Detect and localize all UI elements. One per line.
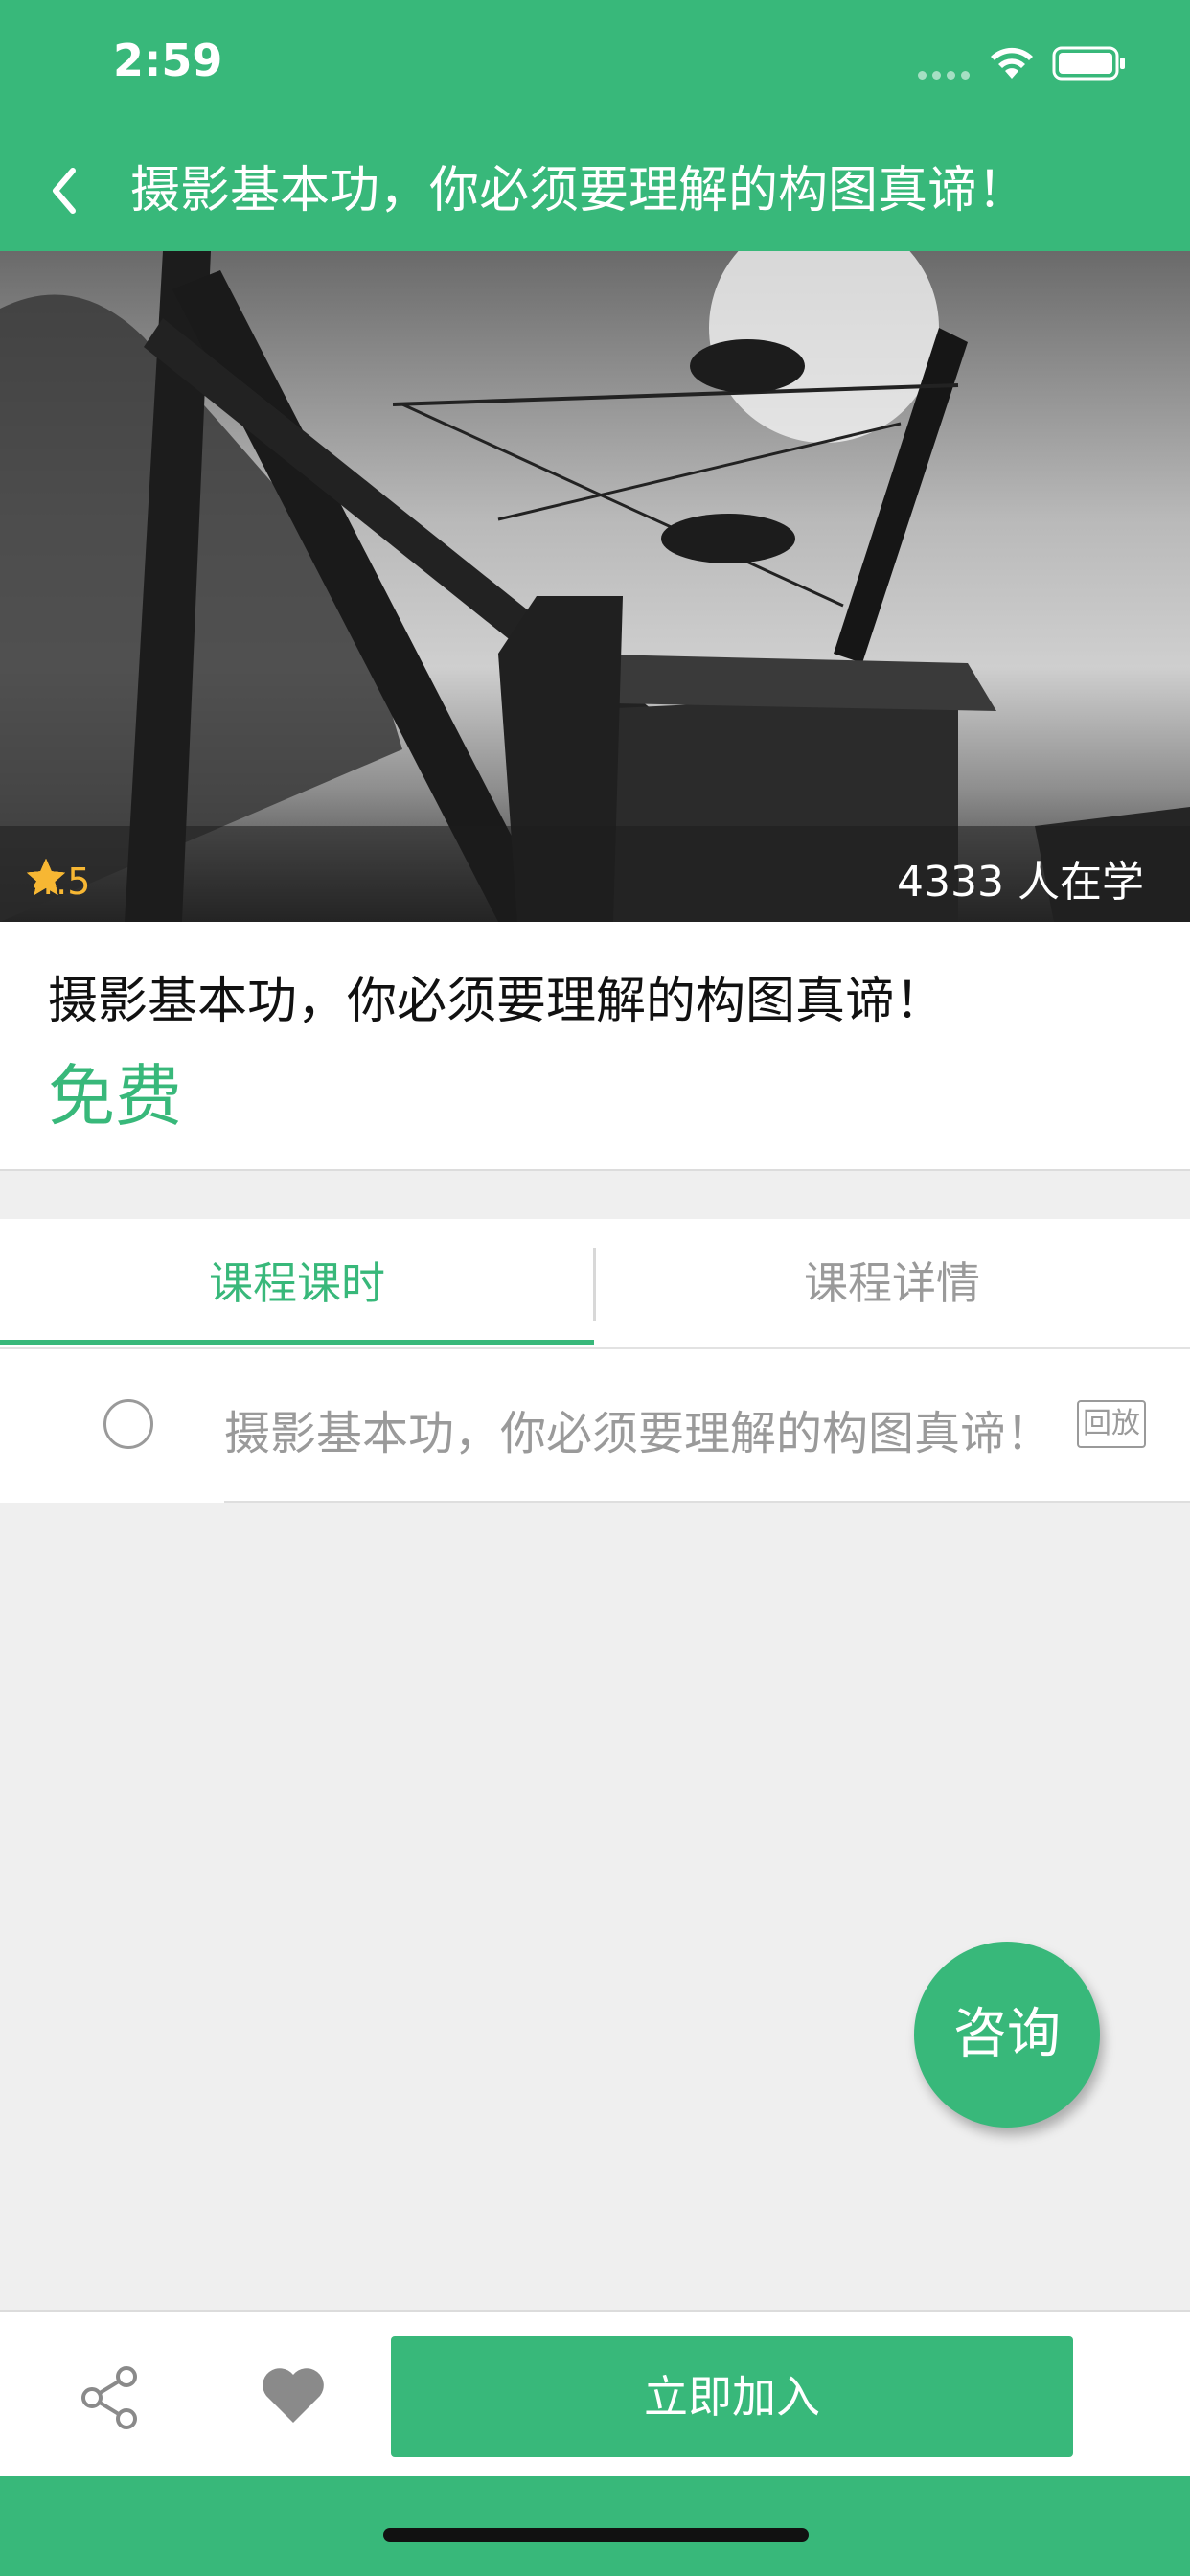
lesson-status-circle-icon (103, 1399, 153, 1449)
share-icon[interactable] (77, 2363, 146, 2432)
lesson-title: 摄影基本功，你必须要理解的构图真谛！ (224, 1407, 1053, 1460)
active-tab-indicator (0, 1340, 594, 1346)
course-price: 免费 (48, 1057, 182, 1136)
lesson-item[interactable]: 摄影基本功，你必须要理解的构图真谛！ 回放 (0, 1349, 1190, 1503)
course-rating: 4.5 (23, 855, 90, 908)
bottom-action-bar: 立即加入 (0, 2310, 1190, 2478)
battery-icon (1052, 46, 1125, 80)
cellular-signal-icon (918, 65, 975, 80)
nav-bar: 摄影基本功，你必须要理解的构图真谛！ (0, 130, 1190, 251)
home-indicator-area (0, 2476, 1190, 2576)
nav-title: 摄影基本功，你必须要理解的构图真谛！ (130, 162, 1028, 219)
tab-lessons[interactable]: 课程课时 (0, 1219, 594, 1347)
join-button[interactable]: 立即加入 (391, 2336, 1073, 2457)
home-indicator[interactable] (383, 2528, 809, 2542)
wifi-icon (991, 47, 1033, 79)
consult-button[interactable]: 咨询 (914, 1942, 1100, 2128)
star-icon (27, 859, 65, 895)
replay-badge: 回放 (1077, 1400, 1146, 1448)
status-time: 2:59 (113, 34, 223, 86)
course-tabs: 课程课时 课程详情 (0, 1219, 1190, 1350)
chevron-left-icon[interactable] (42, 159, 90, 222)
heart-icon[interactable] (259, 2363, 328, 2426)
learner-count: 4333 人在学 (897, 858, 1144, 907)
course-cover-image: 4.5 4333 人在学 (0, 251, 1190, 922)
course-title: 摄影基本功，你必须要理解的构图真谛！ (48, 973, 946, 1030)
swing-photo (0, 251, 1190, 922)
course-info: 摄影基本功，你必须要理解的构图真谛！ 免费 (0, 922, 1190, 1171)
status-bar: 2:59 (0, 0, 1190, 130)
divider (224, 1501, 1190, 1503)
tab-details[interactable]: 课程详情 (595, 1219, 1189, 1347)
